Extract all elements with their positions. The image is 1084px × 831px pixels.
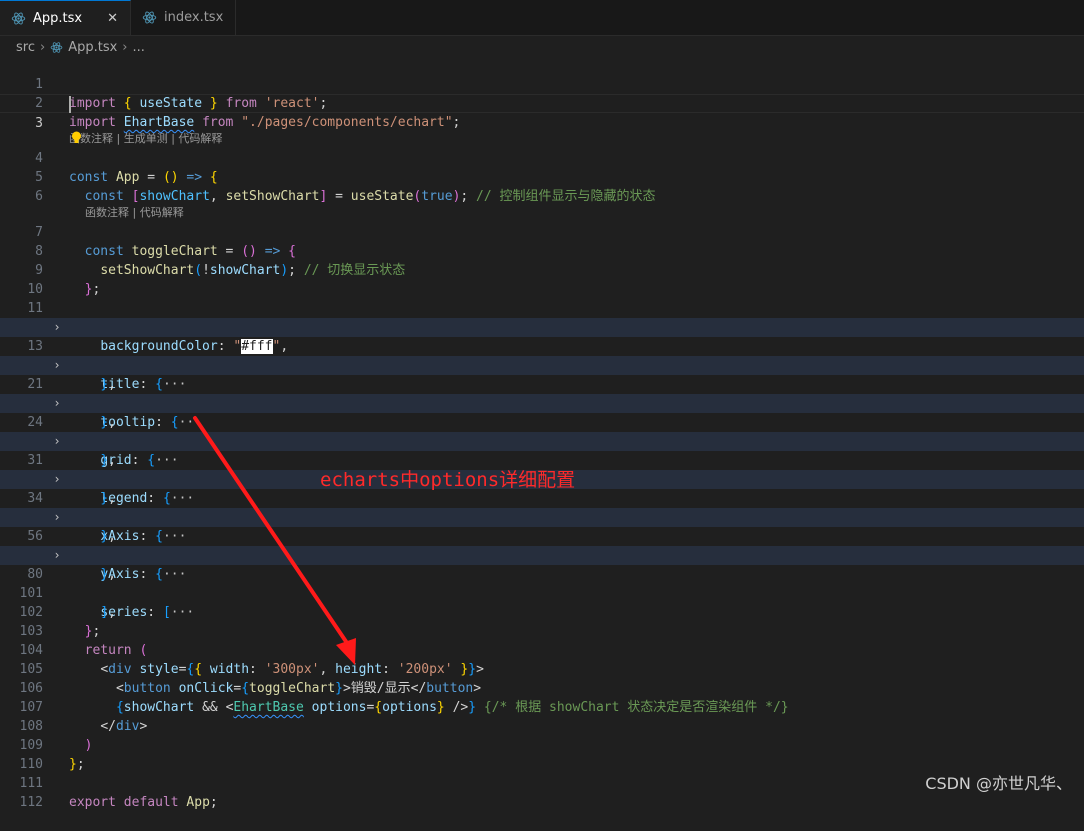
close-icon[interactable]: ✕	[107, 11, 118, 26]
code-line-folded[interactable]: 31 › legend: {···	[0, 432, 1084, 506]
react-icon	[50, 41, 63, 53]
breadcrumb-folder[interactable]: src	[16, 40, 35, 55]
breadcrumb: src › App.tsx › ...	[0, 36, 1084, 58]
editor-tab-bar: App.tsx ✕ index.tsx	[0, 0, 1084, 36]
code-line[interactable]: 10	[0, 261, 1084, 297]
chevron-right-icon[interactable]: ›	[50, 318, 64, 337]
text-cursor	[69, 96, 71, 113]
code-line[interactable]: 7 const toggleChart = () => {	[0, 204, 1084, 259]
code-line[interactable]: 109 };	[0, 717, 1084, 772]
code-line[interactable]: 107 </div>	[0, 679, 1084, 734]
code-lens[interactable]: 函数注释 | 代码解释	[0, 187, 1084, 219]
chevron-right-icon[interactable]: ›	[50, 394, 64, 413]
chevron-right-icon[interactable]: ›	[50, 356, 64, 375]
annotation-label: echarts中options详细配置	[320, 469, 576, 491]
code-line[interactable]: 8 setShowChart(!showChart); // 切换显示状态	[0, 223, 1084, 278]
chevron-right-icon[interactable]: ›	[50, 508, 64, 527]
tab-app-tsx[interactable]: App.tsx ✕	[0, 0, 131, 35]
breadcrumb-more[interactable]: ...	[132, 40, 144, 55]
code-line-current[interactable]: 3	[0, 94, 1084, 131]
lightbulb-icon[interactable]	[71, 131, 82, 145]
chevron-right-icon: ›	[122, 39, 128, 55]
tab-label: App.tsx	[33, 10, 83, 26]
code-text: export default App;	[69, 795, 218, 810]
chevron-right-icon: ›	[39, 39, 46, 55]
react-icon	[11, 12, 26, 24]
watermark: CSDN @亦世凡华、	[925, 774, 1072, 793]
code-lens[interactable]: 函数注释 | 生成单测 | 代码解释	[0, 113, 1084, 145]
code-line[interactable]: 105 <button onClick={toggleChart}>销毁/显示<…	[0, 641, 1084, 696]
code-line-folded[interactable]: 13 › title: {···	[0, 318, 1084, 392]
code-line[interactable]: 6	[0, 168, 1084, 204]
code-line[interactable]: 5 const [showChart, setShowChart] = useS…	[0, 149, 1084, 204]
code-line[interactable]: 79 },	[0, 527, 1084, 582]
code-line[interactable]: 9 };	[0, 242, 1084, 297]
code-line[interactable]: 102 };	[0, 584, 1084, 639]
code-line-folded[interactable]: 80 › series: [···	[0, 546, 1084, 620]
code-line[interactable]: 4 const App = () => {	[0, 130, 1084, 185]
code-line[interactable]: 2 import EhartBase from "./pages/compone…	[0, 75, 1084, 130]
code-line[interactable]: 108 )	[0, 698, 1084, 753]
code-line[interactable]: 111 export default App;	[0, 755, 1084, 810]
code-line-folded[interactable]: 56 › yAxis: {···	[0, 508, 1084, 582]
code-editor[interactable]: 1 import { useState } from 'react'; 2 im…	[0, 56, 1084, 810]
code-line[interactable]: 110	[0, 736, 1084, 772]
chevron-right-icon[interactable]: ›	[50, 432, 64, 451]
code-line[interactable]: 20 },	[0, 337, 1084, 392]
code-line[interactable]: 11 let options = {	[0, 280, 1084, 335]
chevron-right-icon[interactable]: ›	[50, 546, 64, 565]
code-line-folded[interactable]: 24 › grid: {···	[0, 394, 1084, 468]
code-line[interactable]: 106 {showChart && <EhartBase options={op…	[0, 660, 1084, 715]
code-line[interactable]: 104 <div style={{ width: '300px', height…	[0, 622, 1084, 677]
code-line[interactable]: 103 return (	[0, 603, 1084, 658]
code-line[interactable]: 23 },	[0, 375, 1084, 430]
code-line[interactable]: 101 ],	[0, 565, 1084, 620]
line-number: 112	[19, 795, 43, 810]
code-line[interactable]: 30 },	[0, 413, 1084, 468]
tab-label: index.tsx	[164, 10, 224, 25]
breadcrumb-file[interactable]: App.tsx	[68, 40, 117, 55]
code-line[interactable]: 1 import { useState } from 'react';	[0, 56, 1084, 111]
tab-index-tsx[interactable]: index.tsx	[131, 0, 237, 35]
code-line[interactable]: 12 backgroundColor: "#fff",	[0, 299, 1084, 354]
code-line-folded[interactable]: 21 › tooltip: {···	[0, 356, 1084, 430]
code-line[interactable]: 112	[0, 774, 1084, 810]
react-icon	[142, 11, 157, 24]
chevron-right-icon[interactable]: ›	[50, 470, 64, 489]
